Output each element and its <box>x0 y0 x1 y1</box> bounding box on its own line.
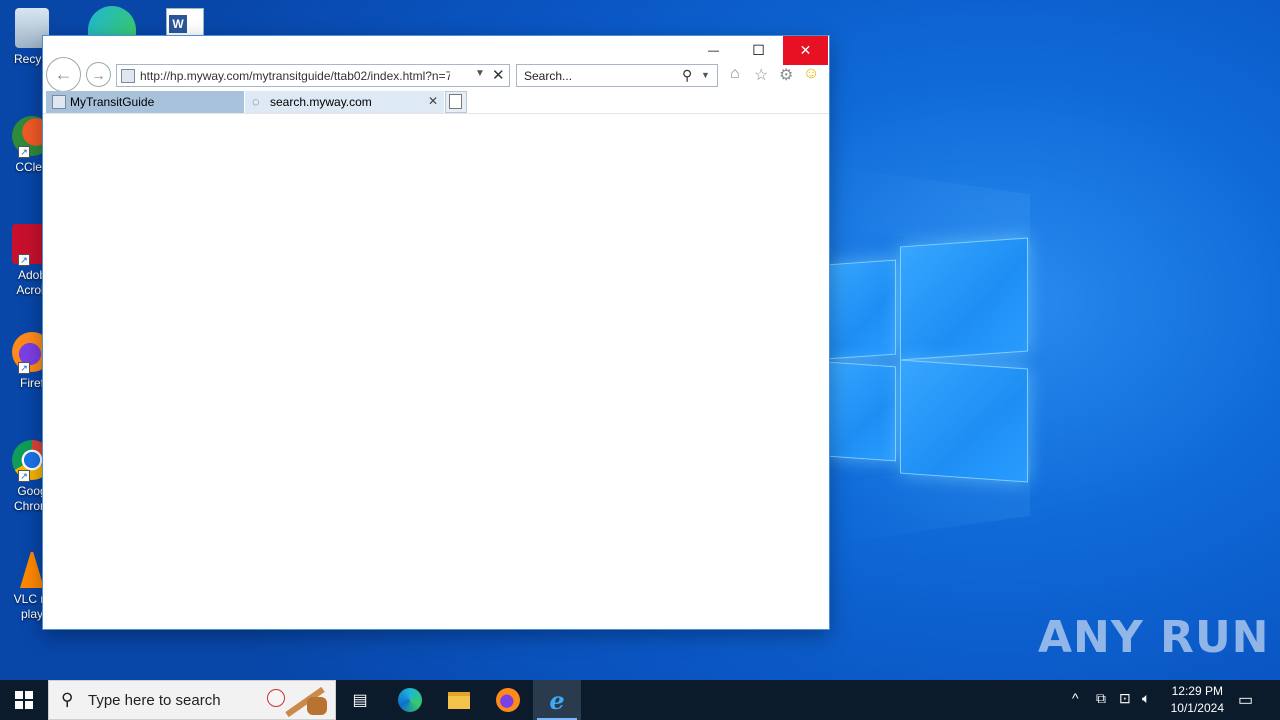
task-view-button[interactable]: ▤ <box>336 680 384 720</box>
tab-label: search.myway.com <box>270 95 372 109</box>
favorites-star-icon[interactable]: ☆ <box>754 65 768 85</box>
clock[interactable]: 12:29 PM 10/1/2024 <box>1171 683 1224 717</box>
maximize-button[interactable]: ☐ <box>736 36 781 65</box>
word-document-icon[interactable]: W <box>166 8 204 38</box>
task-view-icon: ▤ <box>352 692 368 709</box>
shortcut-arrow-icon: ↗ <box>18 362 30 374</box>
minimize-button[interactable]: — <box>691 36 736 65</box>
windows-start-icon <box>15 691 33 709</box>
edge-icon <box>398 688 422 712</box>
tab-favicon-icon <box>52 95 66 109</box>
tab-label: MyTransitGuide <box>70 95 155 109</box>
page-content <box>43 113 829 629</box>
volume-icon[interactable]: 🔈︎ <box>1142 690 1150 707</box>
search-icon: ⚲ <box>61 690 74 709</box>
tab-search-myway[interactable]: ◌ search.myway.com ✕ <box>245 91 444 113</box>
tray-app-icon[interactable]: ⧉ <box>1096 690 1106 707</box>
search-icon[interactable]: ⚲ <box>682 67 692 84</box>
windows-logo <box>828 237 1028 483</box>
settings-gear-icon[interactable]: ⚙ <box>779 65 793 85</box>
tab-close-icon[interactable]: ✕ <box>428 94 438 108</box>
edge-desktop-icon[interactable] <box>88 6 136 38</box>
taskbar-file-explorer-button[interactable] <box>435 680 483 720</box>
loading-spinner-icon: ◌ <box>252 94 260 109</box>
taskbar: ⚲ Type here to search ▤ e ^ ⧉ ⊡ 🔈︎ 12:29… <box>0 680 1280 720</box>
taskbar-search-input[interactable]: Type here to search <box>88 692 221 709</box>
forward-arrow-icon: → <box>91 66 106 83</box>
notifications-icon[interactable]: ▭ <box>1238 690 1253 710</box>
feedback-smiley-icon[interactable]: ☺ <box>803 65 819 83</box>
start-button[interactable] <box>0 680 48 720</box>
stop-icon[interactable]: ✕ <box>492 66 505 84</box>
shortcut-arrow-icon: ↗ <box>18 470 30 482</box>
network-icon[interactable]: ⊡ <box>1119 690 1131 707</box>
taskbar-edge-button[interactable] <box>386 680 434 720</box>
search-box[interactable]: Search... ⚲ ▼ <box>516 64 718 87</box>
page-favicon-icon <box>121 69 135 83</box>
taskbar-ie-button[interactable]: e <box>533 680 581 720</box>
anyrun-watermark: ANY RUN <box>1038 612 1270 663</box>
ie-window: — ☐ ✕ ← → http://hp.myway.com/mytransitg… <box>43 36 829 629</box>
address-bar[interactable]: http://hp.myway.com/mytransitguide/ttab0… <box>116 64 510 87</box>
maximize-icon: ☐ <box>752 42 765 58</box>
search-input[interactable]: Search... <box>524 69 572 83</box>
clock-date: 10/1/2024 <box>1170 701 1224 715</box>
address-input[interactable]: http://hp.myway.com/mytransitguide/ttab0… <box>140 69 450 83</box>
forward-button[interactable]: → <box>86 62 111 87</box>
address-dropdown-icon[interactable]: ▼ <box>475 68 485 79</box>
home-icon[interactable]: ⌂ <box>730 65 740 83</box>
folder-icon <box>448 691 470 709</box>
close-icon: ✕ <box>799 42 812 58</box>
firefox-icon <box>496 688 520 712</box>
back-arrow-icon: ← <box>54 64 73 84</box>
minimize-icon: — <box>708 44 719 57</box>
desktop-icon-label: Firef <box>20 376 44 390</box>
new-tab-button[interactable] <box>445 91 467 113</box>
search-dropdown-icon[interactable]: ▼ <box>701 70 710 80</box>
taskbar-search-box[interactable]: ⚲ Type here to search <box>48 680 336 720</box>
shortcut-arrow-icon: ↗ <box>18 254 30 266</box>
show-hidden-icons-chevron-icon[interactable]: ^ <box>1072 690 1079 706</box>
close-button[interactable]: ✕ <box>783 36 828 65</box>
back-button[interactable]: ← <box>46 57 81 92</box>
taskbar-firefox-button[interactable] <box>484 680 532 720</box>
clock-time: 12:29 PM <box>1171 684 1223 698</box>
search-highlight-image <box>263 685 331 718</box>
internet-explorer-icon: e <box>549 685 565 715</box>
shortcut-arrow-icon: ↗ <box>18 146 30 158</box>
new-tab-icon <box>449 94 462 109</box>
tab-mytransitguide[interactable]: MyTransitGuide <box>46 91 244 113</box>
